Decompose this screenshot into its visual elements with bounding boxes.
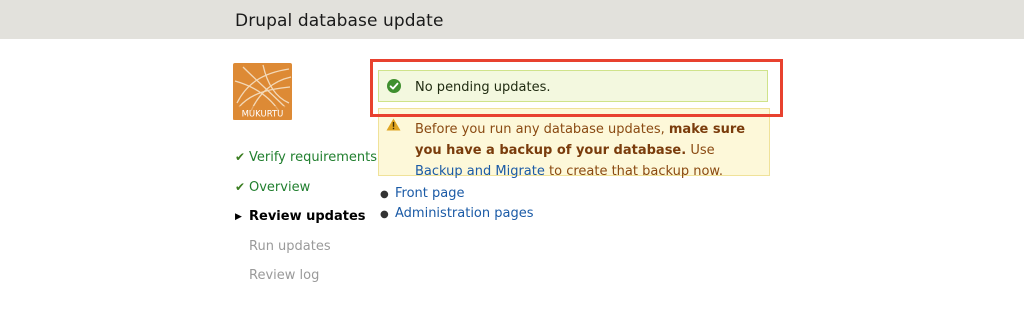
svg-text:MUKURTU: MUKURTU	[242, 110, 284, 120]
warning-triangle-icon	[386, 118, 401, 131]
page-header: Drupal database update	[0, 0, 1024, 39]
step-label: Review log	[249, 268, 320, 283]
current-step-arrow-icon: ▶	[235, 212, 242, 222]
step-review-log: Review log	[235, 268, 377, 298]
front-page-link[interactable]: Front page	[395, 186, 464, 201]
step-label: Run updates	[249, 238, 331, 254]
step-run-updates: Run updates	[235, 239, 377, 269]
step-label: Verify requirements	[249, 150, 378, 165]
step-overview: ✔ Overview	[235, 180, 377, 210]
checkmark-icon: ✔	[235, 150, 246, 164]
step-label: Overview	[249, 179, 311, 195]
step-review-updates: ▶ Review updates	[235, 209, 377, 239]
highlight-annotation-box	[370, 59, 783, 117]
update-steps: ✔ Verify requirements ✔ Overview ▶ Review u…	[235, 150, 377, 298]
administration-pages-link[interactable]: Administration pages	[395, 206, 534, 221]
warning-message-text: Before you run any database updates, mak…	[415, 122, 746, 179]
warning-message: Before you run any database updates, mak…	[378, 108, 770, 179]
backup-and-migrate-link[interactable]: Backup and Migrate	[415, 164, 545, 179]
list-item: ● Administration pages	[380, 206, 534, 221]
page-title: Drupal database update	[235, 11, 444, 31]
mukurtu-logo: MUKURTU	[233, 63, 292, 120]
list-item: ● Front page	[380, 186, 465, 201]
navigation-links: ● Front page ● Administration pages	[380, 186, 534, 226]
checkmark-icon: ✔	[235, 179, 246, 194]
step-verify-requirements: ✔ Verify requirements	[235, 150, 377, 180]
step-label: Review updates	[249, 209, 366, 224]
